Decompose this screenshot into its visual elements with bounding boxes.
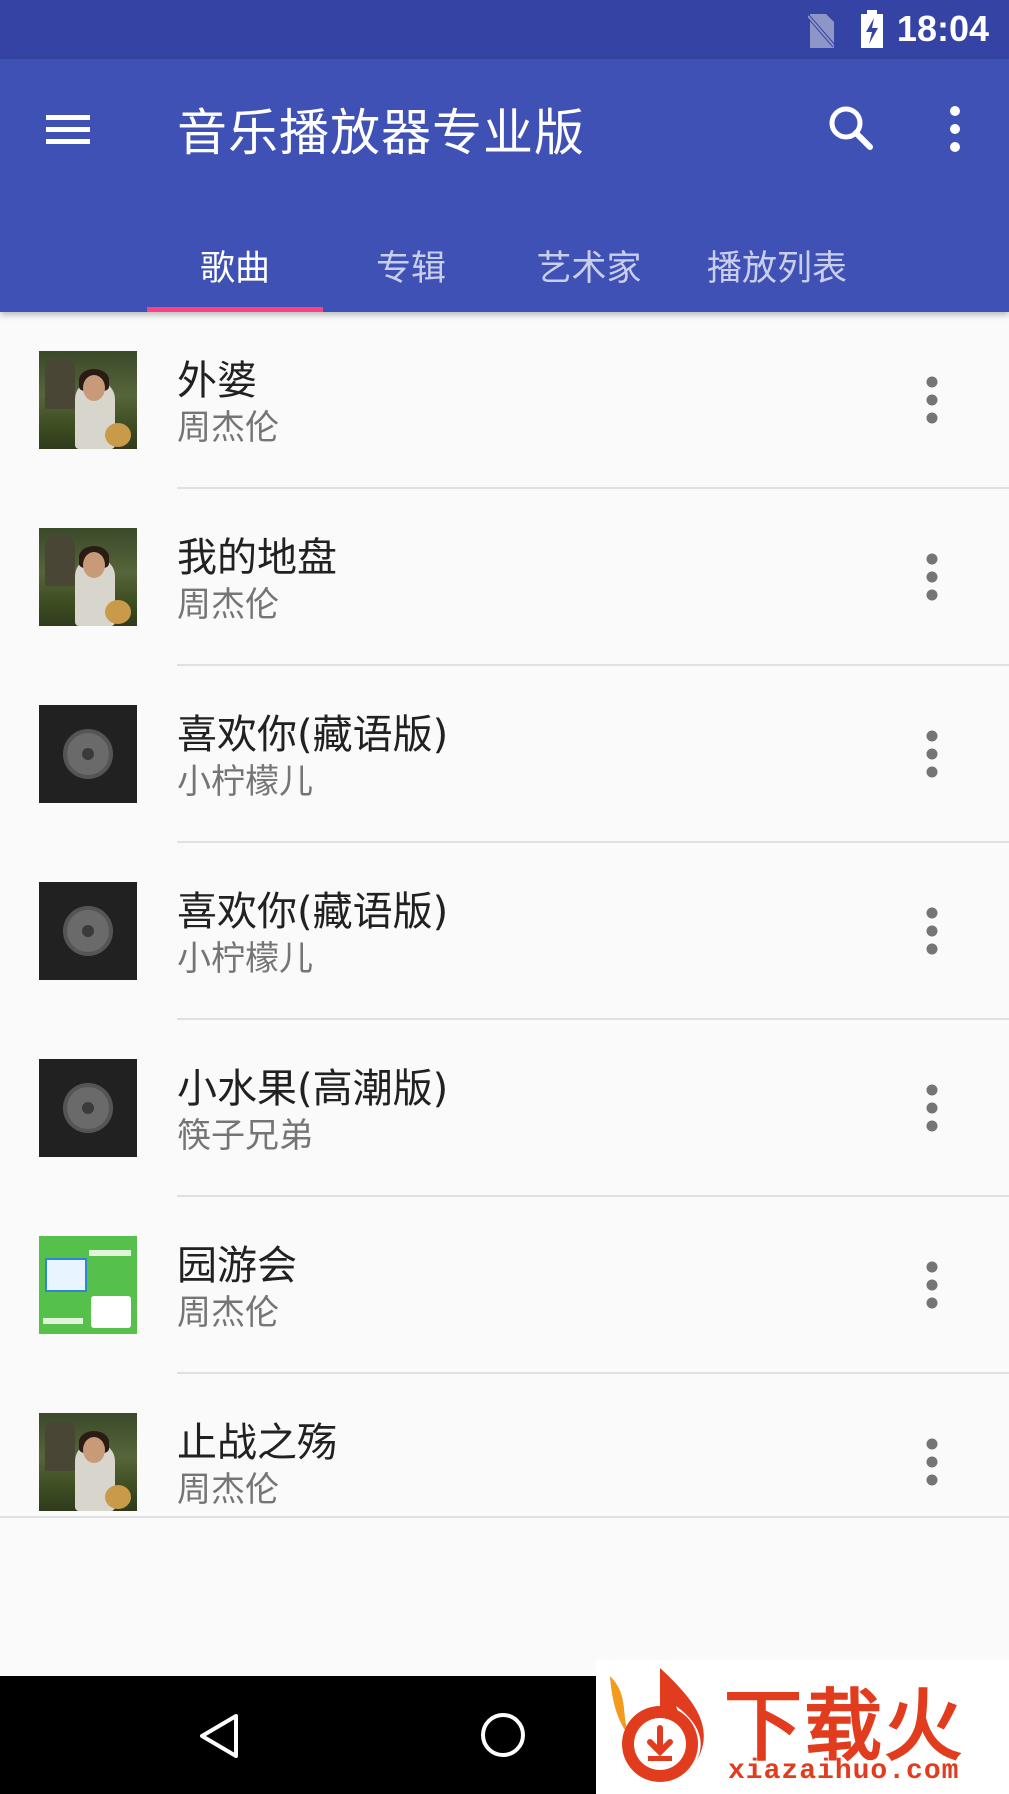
song-artist: 周杰伦 <box>177 1470 279 1510</box>
no-sim-icon <box>808 14 834 48</box>
song-row[interactable]: 我的地盘 周杰伦 <box>0 489 1009 666</box>
battery-charging-icon <box>861 10 883 48</box>
song-row[interactable]: 喜欢你(藏语版) 小柠檬儿 <box>0 666 1009 843</box>
song-row[interactable]: 止战之殇 周杰伦 <box>0 1374 1009 1518</box>
back-icon[interactable] <box>196 1712 242 1760</box>
song-artist: 筷子兄弟 <box>177 1116 313 1156</box>
tab-playlists[interactable]: 播放列表 <box>679 229 875 312</box>
album-cover <box>39 351 137 449</box>
song-row[interactable]: 喜欢你(藏语版) 小柠檬儿 <box>0 843 1009 1020</box>
song-artist: 周杰伦 <box>177 585 279 625</box>
status-bar: 18:04 <box>0 0 1009 59</box>
more-vert-icon[interactable] <box>912 1080 952 1136</box>
tab-albums[interactable]: 专辑 <box>323 229 499 312</box>
search-icon[interactable] <box>824 101 880 157</box>
song-row[interactable]: 小水果(高潮版) 筷子兄弟 <box>0 1020 1009 1197</box>
song-artist: 周杰伦 <box>177 1293 279 1333</box>
tab-songs[interactable]: 歌曲 <box>147 229 323 312</box>
flame-logo-icon <box>610 1668 704 1782</box>
watermark: 下载火 xiazaihuo.com <box>596 1660 1009 1794</box>
more-vert-icon[interactable] <box>912 549 952 605</box>
album-cover <box>39 1236 137 1334</box>
album-cover <box>39 1413 137 1511</box>
song-artist: 小柠檬儿 <box>177 762 313 802</box>
app-bar: 音乐播放器专业版 歌曲 专辑 艺术家 播放列表 <box>0 59 1009 312</box>
more-vert-icon[interactable] <box>912 372 952 428</box>
song-title: 止战之殇 <box>177 1420 337 1466</box>
song-artist: 周杰伦 <box>177 408 279 448</box>
default-disc-cover <box>39 1059 137 1157</box>
song-title: 外婆 <box>177 358 257 404</box>
song-title: 喜欢你(藏语版) <box>177 712 449 758</box>
default-disc-cover <box>39 705 137 803</box>
album-cover <box>39 528 137 626</box>
watermark-url: xiazaihuo.com <box>728 1756 960 1787</box>
more-vert-icon[interactable] <box>912 903 952 959</box>
home-icon[interactable] <box>478 1710 528 1760</box>
song-title: 园游会 <box>177 1243 297 1289</box>
song-artist: 小柠檬儿 <box>177 939 313 979</box>
song-row[interactable]: 外婆 周杰伦 <box>0 312 1009 489</box>
more-vert-icon[interactable] <box>912 726 952 782</box>
song-list: 外婆 周杰伦 我的地盘 周杰伦 喜欢你(藏语版) 小柠檬儿 喜欢你(藏语版) 小… <box>0 312 1009 1518</box>
song-title: 小水果(高潮版) <box>177 1066 449 1112</box>
app-title: 音乐播放器专业版 <box>177 104 585 162</box>
song-row[interactable]: 园游会 周杰伦 <box>0 1197 1009 1374</box>
more-vert-icon[interactable] <box>938 101 972 157</box>
tab-artists[interactable]: 艺术家 <box>499 229 679 312</box>
divider <box>0 1516 1009 1518</box>
song-title: 喜欢你(藏语版) <box>177 889 449 935</box>
hamburger-menu-icon[interactable] <box>44 109 94 149</box>
more-vert-icon[interactable] <box>912 1257 952 1313</box>
more-vert-icon[interactable] <box>912 1434 952 1490</box>
status-time: 18:04 <box>896 8 989 49</box>
default-disc-cover <box>39 882 137 980</box>
tab-bar: 歌曲 专辑 艺术家 播放列表 <box>0 229 1009 312</box>
song-title: 我的地盘 <box>177 535 337 581</box>
